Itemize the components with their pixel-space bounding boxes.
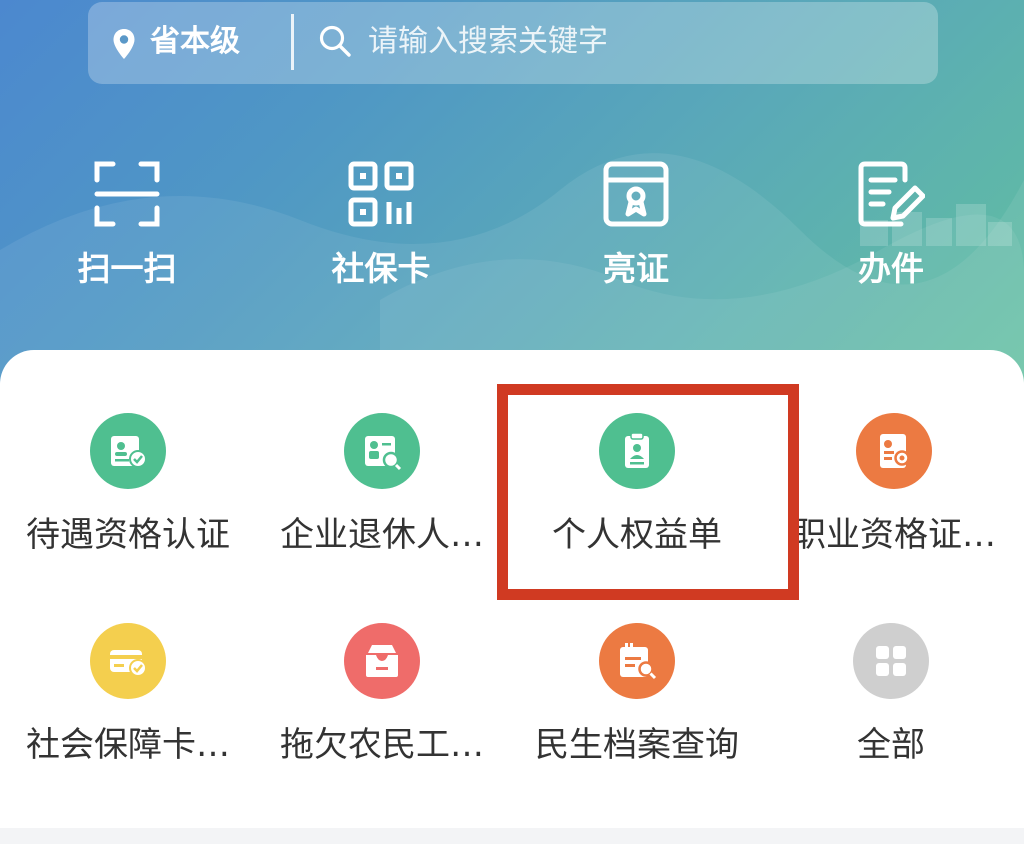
archive-search-icon (620, 643, 657, 680)
certificate-search-icon (880, 434, 910, 468)
service-livelihood-archive-query[interactable]: 民生档案查询 (509, 623, 765, 803)
quick-action-label: 亮证 (603, 249, 669, 288)
service-all[interactable]: 全部 (763, 623, 1019, 803)
service-professional-qualification[interactable]: 职业资格证… (766, 413, 1022, 593)
service-label: 全部 (857, 725, 925, 765)
quick-action-social-security-card[interactable]: 社保卡 (291, 155, 471, 305)
service-icon-circle (344, 413, 420, 489)
service-icon-circle (599, 623, 675, 699)
service-enterprise-retiree[interactable]: 企业退休人… (254, 413, 510, 593)
quick-action-show-certificate[interactable]: 亮证 (546, 155, 726, 305)
service-icon-circle (90, 623, 166, 699)
quick-action-applications[interactable]: 办件 (801, 155, 981, 305)
service-social-security-card[interactable]: 社会保障卡… (0, 623, 256, 803)
quick-action-label: 办件 (858, 249, 924, 288)
grid-icon (876, 646, 906, 676)
quick-action-label: 社保卡 (331, 249, 431, 288)
location-pin-icon[interactable] (112, 28, 136, 60)
location-selector[interactable]: 省本级 (150, 20, 240, 64)
service-benefit-qualification[interactable]: 待遇资格认证 (0, 413, 256, 593)
service-label: 社会保障卡… (26, 725, 230, 765)
service-label: 民生档案查询 (535, 725, 739, 765)
service-migrant-worker-arrears[interactable]: 拖欠农民工… (254, 623, 510, 803)
search-input[interactable] (368, 20, 908, 64)
edit-document-icon (858, 161, 925, 227)
service-icon-circle (853, 623, 929, 699)
certificate-icon (603, 161, 669, 227)
service-label: 拖欠农民工… (280, 725, 484, 765)
qr-code-icon (348, 161, 414, 227)
service-label: 待遇资格认证 (26, 515, 230, 555)
search-divider (291, 14, 294, 70)
inbox-icon (366, 645, 398, 677)
service-label: 企业退休人… (280, 515, 484, 555)
service-icon-circle (856, 413, 932, 489)
service-icon-circle (90, 413, 166, 489)
service-label: 职业资格证… (792, 515, 996, 555)
id-card-check-icon (111, 436, 147, 468)
quick-action-scan[interactable]: 扫一扫 (37, 155, 217, 305)
quick-action-label: 扫一扫 (77, 249, 177, 288)
card-check-icon (110, 650, 147, 677)
scan-icon (94, 161, 160, 227)
highlight-box (497, 384, 799, 600)
service-icon-circle (344, 623, 420, 699)
id-card-search-icon (365, 436, 402, 471)
search-icon (319, 25, 351, 57)
